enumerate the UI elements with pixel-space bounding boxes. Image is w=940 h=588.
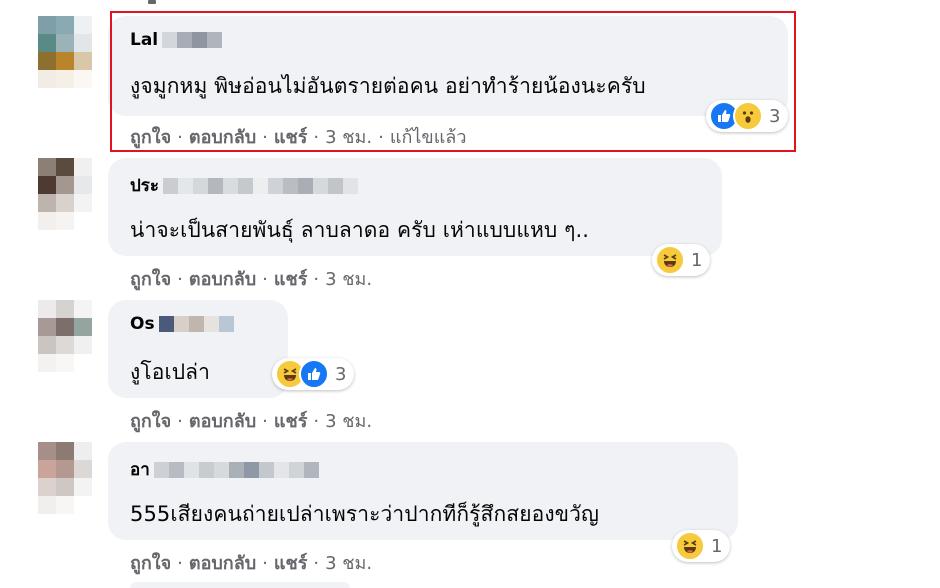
haha-icon	[675, 531, 705, 561]
share-action[interactable]: แชร์	[274, 411, 308, 432]
avatar[interactable]	[38, 442, 92, 514]
like-icon	[299, 359, 329, 389]
author-name[interactable]: Os	[130, 314, 155, 334]
share-action[interactable]: แชร์	[274, 269, 308, 290]
comment-actions: ถูกใจ · ตอบกลับ · แชร์ · 3 ชม.	[130, 553, 373, 574]
comment-text: งูโอเปล่า	[130, 360, 211, 384]
reply-action[interactable]: ตอบกลับ	[189, 553, 256, 574]
timestamp[interactable]: 3 ชม.	[325, 553, 372, 574]
timestamp[interactable]: 3 ชม.	[325, 269, 372, 290]
reaction-summary[interactable]: 1	[652, 244, 711, 276]
avatar[interactable]	[38, 16, 92, 88]
comment-author[interactable]: ประ	[130, 172, 359, 199]
like-action[interactable]: ถูกใจ	[130, 411, 171, 432]
reply-action[interactable]: ตอบกลับ	[189, 269, 256, 290]
reply-action[interactable]: ตอบกลับ	[189, 411, 256, 432]
redacted-name-block	[163, 177, 359, 194]
haha-icon	[655, 245, 685, 275]
comment-bubble: Os งูโอเปล่า	[108, 300, 288, 398]
avatar[interactable]	[38, 300, 92, 372]
comment-bubble: ประ น่าจะเป็นสายพันธุ์ ลาบลาดอ ครับ เห่า…	[108, 158, 722, 256]
reaction-count: 1	[691, 249, 703, 271]
previous-comment-fragment	[148, 0, 156, 4]
author-name[interactable]: ประ	[130, 172, 159, 199]
comment-author[interactable]: Os	[130, 314, 234, 334]
reaction-count: 3	[335, 363, 347, 385]
comment-text: น่าจะเป็นสายพันธุ์ ลาบลาดอ ครับ เห่าแบบแ…	[130, 218, 590, 242]
comment-author[interactable]: อา	[130, 456, 319, 483]
comment-text: 555เสียงคนถ่ายเปล่าเพราะว่าปากทีก็รู้สึก…	[130, 502, 600, 526]
reaction-summary[interactable]: 1	[672, 530, 731, 562]
next-comment-avatar-fragment	[130, 582, 350, 588]
share-action[interactable]: แชร์	[274, 553, 308, 574]
author-name[interactable]: อา	[130, 456, 150, 483]
redacted-name-block	[158, 316, 234, 332]
like-action[interactable]: ถูกใจ	[130, 269, 171, 290]
reaction-count: 1	[711, 535, 723, 557]
comment-actions: ถูกใจ · ตอบกลับ · แชร์ · 3 ชม.	[130, 411, 373, 432]
comment-actions: ถูกใจ · ตอบกลับ · แชร์ · 3 ชม.	[130, 269, 373, 290]
avatar[interactable]	[38, 158, 92, 230]
redacted-name-block	[153, 461, 319, 478]
timestamp[interactable]: 3 ชม.	[325, 411, 372, 432]
reaction-summary[interactable]: 3	[272, 358, 355, 390]
comment-bubble: อา 555เสียงคนถ่ายเปล่าเพราะว่าปากทีก็รู้…	[108, 442, 738, 540]
like-action[interactable]: ถูกใจ	[130, 553, 171, 574]
highlight-frame	[110, 11, 796, 152]
